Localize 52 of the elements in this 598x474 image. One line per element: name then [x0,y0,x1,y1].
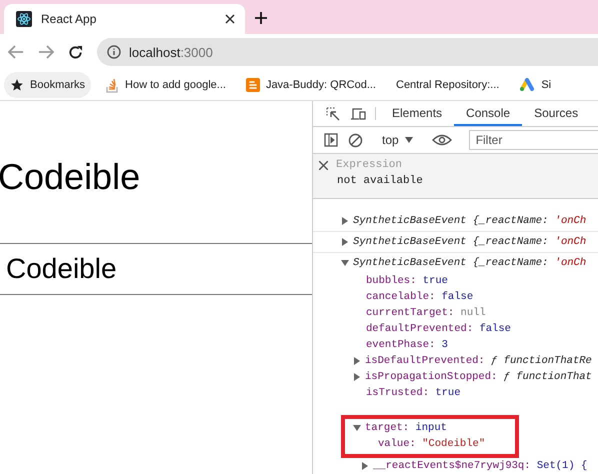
property-line: defaultPrevented: false [366,323,511,335]
expression-label: Expression [336,159,402,172]
devtools-tab[interactable]: Console [454,101,522,126]
text-input[interactable]: Codeible [0,243,312,295]
caret-down-icon[interactable] [341,259,349,267]
property-line: currentTarget: null [366,307,486,319]
star-icon [10,78,24,92]
property-line: cancelable: false [366,291,474,303]
bookmark[interactable]: Java-Buddy: QRCod... [240,72,382,98]
property-line[interactable]: isDefaultPrevented: ƒ functionThatRe [365,355,592,367]
url-text: localhost:3000 [129,44,213,60]
caret-right-icon[interactable] [353,373,361,381]
bookmark[interactable]: Bookmarks [4,72,92,98]
log-entry[interactable]: SyntheticBaseEvent {_reactName: 'onCh [353,257,586,269]
log-entry[interactable]: SyntheticBaseEvent {_reactName: 'onCh [353,215,586,227]
context-dropdown[interactable]: top [376,127,419,154]
caret-right-icon[interactable] [341,217,349,225]
property-line: eventPhase: 3 [366,339,448,351]
property-line: bubbles: true [366,275,448,287]
caret-right-icon[interactable] [361,462,369,470]
blogger-icon [246,78,260,92]
back-icon[interactable] [8,45,24,59]
close-icon[interactable] [225,14,235,24]
react-logo-icon [16,11,32,27]
property-line: isTrusted: true [366,387,461,399]
property-line[interactable]: isPropagationStopped: ƒ functionThat [365,371,592,383]
property-line[interactable]: __reactEvents$ne7rywj93q: Set(1) { [373,460,588,472]
bookmark[interactable]: Si [513,72,558,98]
info-icon [107,45,121,59]
log-entry[interactable]: SyntheticBaseEvent {_reactName: 'onCh [353,236,586,248]
stack-icon [105,78,120,92]
caret-down-icon[interactable] [353,424,361,432]
devtools-tab[interactable]: Elements [380,101,454,126]
new-tab-icon[interactable] [255,12,267,24]
page-heading: Codeible [0,155,142,199]
caret-down-icon [404,137,413,144]
bookmark[interactable]: How to add google... [99,72,232,98]
bookmark[interactable]: Central Repository:... [390,72,506,98]
devtools-tab[interactable]: Sources [522,101,590,126]
reload-icon[interactable] [68,44,83,60]
caret-right-icon[interactable] [353,357,361,365]
address-bar[interactable]: localhost:3000 [97,38,598,66]
forward-icon[interactable] [38,45,54,59]
browser-tab[interactable]: React App [4,4,245,34]
filter-field[interactable]: Filter [468,130,598,150]
property-line[interactable]: target: input [365,422,447,434]
expression-value: not available [337,175,423,188]
caret-right-icon[interactable] [341,238,349,246]
close-icon[interactable] [319,160,328,170]
ads-icon [519,78,536,92]
tab-title: React App [41,12,98,26]
property-line: value: "Codeible" [378,438,486,450]
